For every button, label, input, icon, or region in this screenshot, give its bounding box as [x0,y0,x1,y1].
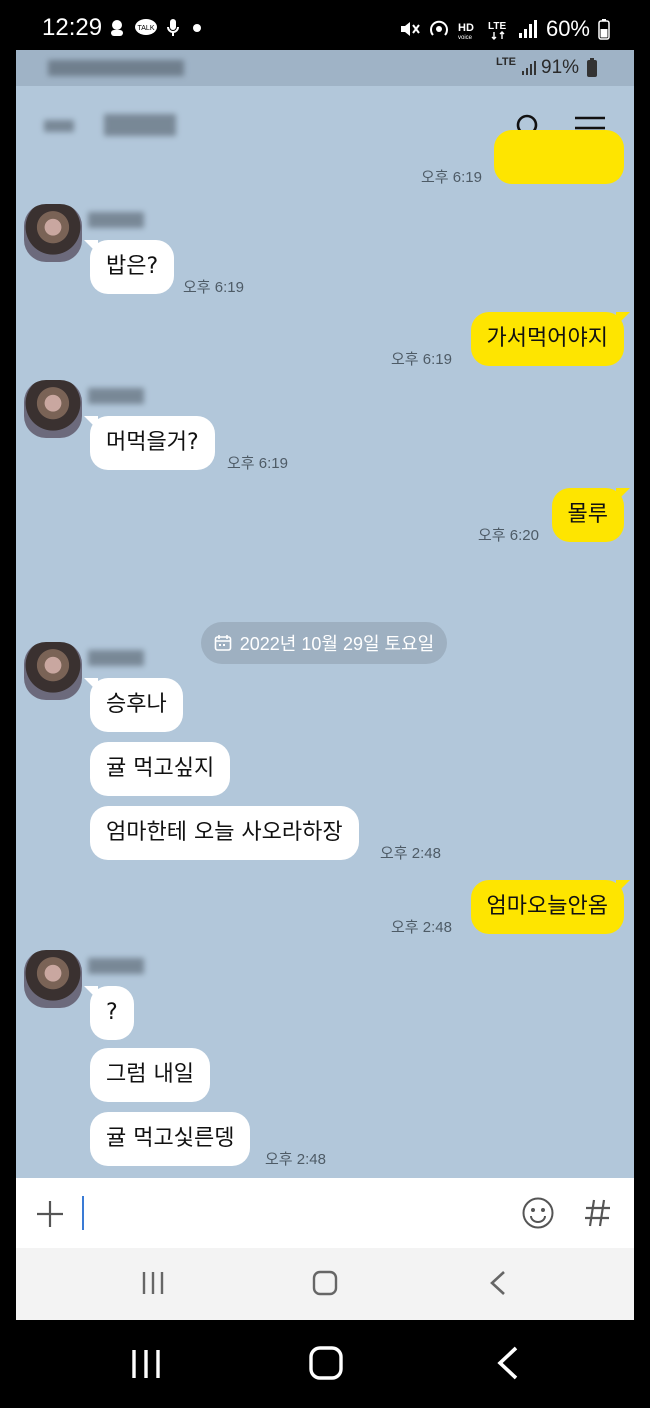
message-text: 엄마한테 오늘 사오라하장 [106,820,343,845]
message-time: 오후 6:19 [183,279,244,296]
date-text: 2022년 10월 29일 토요일 [239,634,435,654]
signal-icon [518,20,537,38]
message-text: 머먹을거? [106,430,199,455]
blurred-clock [48,60,184,76]
inner-battery-icon [587,58,597,77]
message-bubble-incoming[interactable]: 그럼 내일 [90,1048,210,1102]
svg-text:voice: voice [458,35,473,40]
message-list: 오후 6:19 밥은? 오후 6:19 가서먹어야지 오후 6:19 머먹을거?… [16,130,634,1178]
sender-name-blurred [88,212,144,228]
talk-icon: TALK [135,19,157,35]
mute-icon [400,22,420,36]
sender-name-blurred [88,650,144,666]
avatar[interactable] [24,380,82,438]
back-button[interactable] [44,120,74,132]
message-bubble-incoming[interactable]: 귤 먹고싳른뎅 [90,1112,251,1166]
message-bubble-incoming[interactable]: 밥은? [90,240,175,294]
battery-icon [598,19,610,40]
device-nav-bar [0,1320,650,1408]
message-text: 엄마오늘안옴 [486,894,608,919]
date-divider: 2022년 10월 29일 토요일 [201,622,447,664]
message-text: 승후나 [106,692,167,717]
home-icon[interactable] [309,1346,343,1380]
notification-icon [111,20,123,36]
message-time: 오후 6:19 [227,455,288,472]
app-screen: LTE 91% 오후 6:19 밥은? 오후 6:19 가서먹어야지 오후 6:… [16,50,634,1320]
inner-signal-icon [522,61,536,75]
chat-title-blurred [104,114,176,136]
message-time: 오후 6:19 [391,351,452,368]
back-icon[interactable] [496,1346,520,1380]
inner-nav-bar [16,1248,634,1320]
message-time: 오후 2:48 [265,1151,326,1168]
calendar-icon [214,635,232,651]
message-bubble-outgoing-partial[interactable] [494,130,624,184]
svg-text:TALK: TALK [138,25,155,32]
recents-icon[interactable] [130,1348,162,1380]
message-time: 오후 2:48 [380,845,441,862]
message-text: 귤 먹고싶지 [106,756,215,781]
avatar[interactable] [24,642,82,700]
message-bubble-incoming[interactable]: 머먹을거? [90,416,215,470]
lte-icon: LTE [488,21,506,40]
message-bubble-incoming[interactable]: 승후나 [90,678,183,732]
plus-icon[interactable] [36,1200,64,1228]
message-time: 오후 6:20 [478,527,539,544]
sender-name-blurred [88,958,144,974]
inner-lte-label: LTE [496,56,516,68]
phone-status-bar: 12:29 TALK HD voice LTE 60% [0,0,650,50]
message-input-bar [16,1178,634,1248]
message-text: ? [106,1000,118,1025]
message-text: 그럼 내일 [106,1062,194,1087]
battery-percent: 60% [545,16,590,41]
message-bubble-outgoing[interactable]: 가서먹어야지 [470,312,624,366]
hotspot-icon [430,20,448,36]
svg-text:HD: HD [458,22,474,34]
status-time: 12:29 [42,14,103,41]
sender-name-blurred [88,388,144,404]
dot-icon [193,24,201,32]
recents-icon[interactable] [140,1270,166,1296]
mic-icon [167,19,179,36]
message-bubble-incoming[interactable]: 귤 먹고싶지 [90,742,231,796]
back-icon[interactable] [488,1270,508,1296]
message-text: 귤 먹고싳른뎅 [106,1126,235,1151]
avatar[interactable] [24,950,82,1008]
message-text: 몰루 [567,502,608,527]
message-bubble-outgoing[interactable]: 몰루 [551,488,624,542]
hd-voice-icon: HDvoice [458,22,474,40]
inner-status-bar: LTE 91% [16,50,634,86]
message-text: 밥은? [106,254,159,279]
emoji-icon[interactable] [521,1196,555,1230]
message-text: 가서먹어야지 [486,326,608,351]
avatar[interactable] [24,204,82,262]
message-bubble-incoming[interactable]: 엄마한테 오늘 사오라하장 [90,806,359,860]
message-input-field[interactable] [82,1196,84,1230]
inner-battery-percent: 91% [541,57,580,78]
message-time: 오후 6:19 [421,169,482,186]
svg-text:LTE: LTE [488,21,506,32]
hash-icon[interactable] [584,1198,612,1228]
message-time: 오후 2:48 [391,919,452,936]
message-bubble-incoming[interactable]: ? [90,986,134,1040]
home-icon[interactable] [312,1270,338,1296]
message-bubble-outgoing[interactable]: 엄마오늘안옴 [470,880,624,934]
